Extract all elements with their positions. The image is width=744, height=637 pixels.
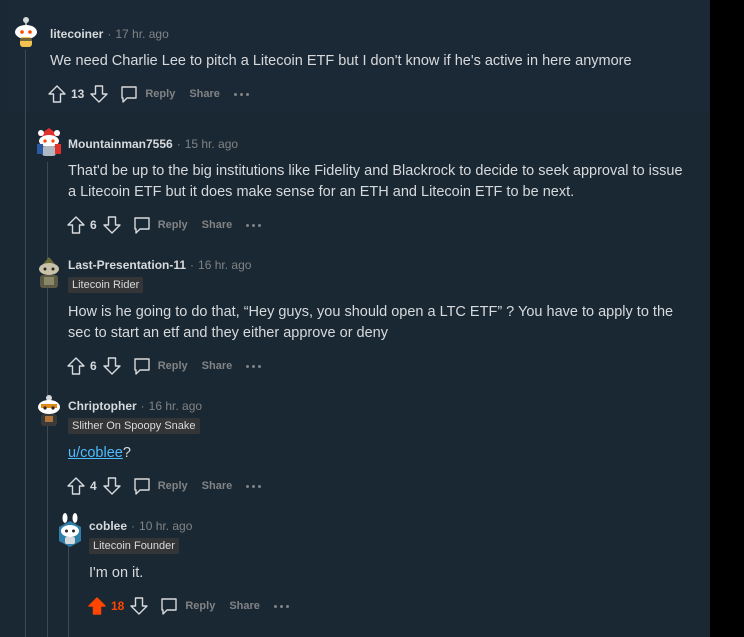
comment-actions: 18 Reply Share <box>87 595 289 617</box>
upvote-icon[interactable] <box>66 356 86 376</box>
thread-line <box>25 50 26 637</box>
avatar[interactable] <box>33 256 61 288</box>
snoo-avatar-icon <box>59 513 81 547</box>
more-icon[interactable] <box>273 604 289 608</box>
comment-icon[interactable] <box>132 215 152 235</box>
comment-icon[interactable] <box>132 476 152 496</box>
username[interactable]: Last-Presentation-11 <box>68 258 186 272</box>
body-suffix: ? <box>122 445 131 461</box>
comment-thread-panel: litecoiner · 17 hr. ago We need Charlie … <box>0 0 744 637</box>
separator: · <box>140 399 145 413</box>
snoo-avatar-icon <box>39 257 59 288</box>
comment-body: We need Charlie Lee to pitch a Litecoin … <box>50 53 632 69</box>
username[interactable]: Chriptopher <box>68 399 137 413</box>
share-button[interactable]: Share <box>202 360 233 372</box>
thread-line <box>68 545 69 637</box>
more-icon[interactable] <box>246 364 262 368</box>
timestamp[interactable]: 16 hr. ago <box>198 258 251 272</box>
share-button[interactable]: Share <box>202 219 233 231</box>
downvote-icon[interactable] <box>102 356 122 376</box>
comment-body: How is he going to do that, “Hey guys, y… <box>68 304 674 341</box>
reply-button[interactable]: Reply <box>145 88 175 100</box>
comment-actions: 6 Reply Share <box>66 214 262 236</box>
avatar[interactable] <box>33 394 61 426</box>
reply-button[interactable]: Reply <box>158 480 188 492</box>
timestamp[interactable]: 16 hr. ago <box>149 399 202 413</box>
user-flair: Litecoin Rider <box>68 277 144 293</box>
more-icon[interactable] <box>233 92 249 96</box>
avatar[interactable] <box>33 126 61 156</box>
comment-icon[interactable] <box>132 356 152 376</box>
downvote-icon[interactable] <box>102 215 122 235</box>
user-flair: Slither On Spoopy Snake <box>68 418 200 434</box>
timestamp[interactable]: 17 hr. ago <box>115 27 168 41</box>
more-icon[interactable] <box>246 484 262 488</box>
reply-button[interactable]: Reply <box>185 600 215 612</box>
snoo-avatar-icon <box>38 395 60 426</box>
comment-body: That'd be up to the big institutions lik… <box>68 163 683 200</box>
reply-button[interactable]: Reply <box>158 360 188 372</box>
username[interactable]: coblee <box>89 519 127 533</box>
separator: · <box>107 27 112 41</box>
comment-icon[interactable] <box>119 84 139 104</box>
share-button[interactable]: Share <box>189 88 220 100</box>
comment-actions: 4 Reply Share <box>66 475 262 497</box>
vote-count: 6 <box>90 359 97 373</box>
downvote-icon[interactable] <box>129 596 149 616</box>
timestamp[interactable]: 10 hr. ago <box>139 519 192 533</box>
upvote-icon[interactable] <box>47 84 67 104</box>
comment-actions: 6 Reply Share <box>66 355 262 377</box>
comment-body: u/coblee? <box>68 443 688 464</box>
comment-icon[interactable] <box>159 596 179 616</box>
vote-count: 4 <box>90 479 97 493</box>
vote-count: 6 <box>90 218 97 232</box>
snoo-avatar-icon <box>37 128 61 156</box>
separator: · <box>176 137 181 151</box>
upvote-icon[interactable] <box>66 476 86 496</box>
downvote-icon[interactable] <box>89 84 109 104</box>
separator: · <box>190 258 195 272</box>
snoo-avatar-icon <box>15 17 37 47</box>
username[interactable]: Mountainman7556 <box>68 137 173 151</box>
user-flair: Litecoin Founder <box>89 538 179 554</box>
reply-button[interactable]: Reply <box>158 219 188 231</box>
upvote-icon[interactable] <box>87 596 107 616</box>
downvote-icon[interactable] <box>102 476 122 496</box>
avatar[interactable] <box>54 513 82 547</box>
upvote-icon[interactable] <box>66 215 86 235</box>
thread-line <box>47 425 48 637</box>
vote-count: 18 <box>111 599 125 613</box>
user-mention-link[interactable]: u/coblee <box>68 445 123 461</box>
share-button[interactable]: Share <box>229 600 260 612</box>
vote-count: 13 <box>71 87 85 101</box>
comment-body: I'm on it. <box>89 565 144 581</box>
separator: · <box>131 519 136 533</box>
timestamp[interactable]: 15 hr. ago <box>185 137 238 151</box>
username[interactable]: litecoiner <box>50 27 103 41</box>
more-icon[interactable] <box>246 223 262 227</box>
comment-actions: 13 Reply Share <box>47 83 249 105</box>
share-button[interactable]: Share <box>202 480 233 492</box>
avatar[interactable] <box>11 16 39 47</box>
